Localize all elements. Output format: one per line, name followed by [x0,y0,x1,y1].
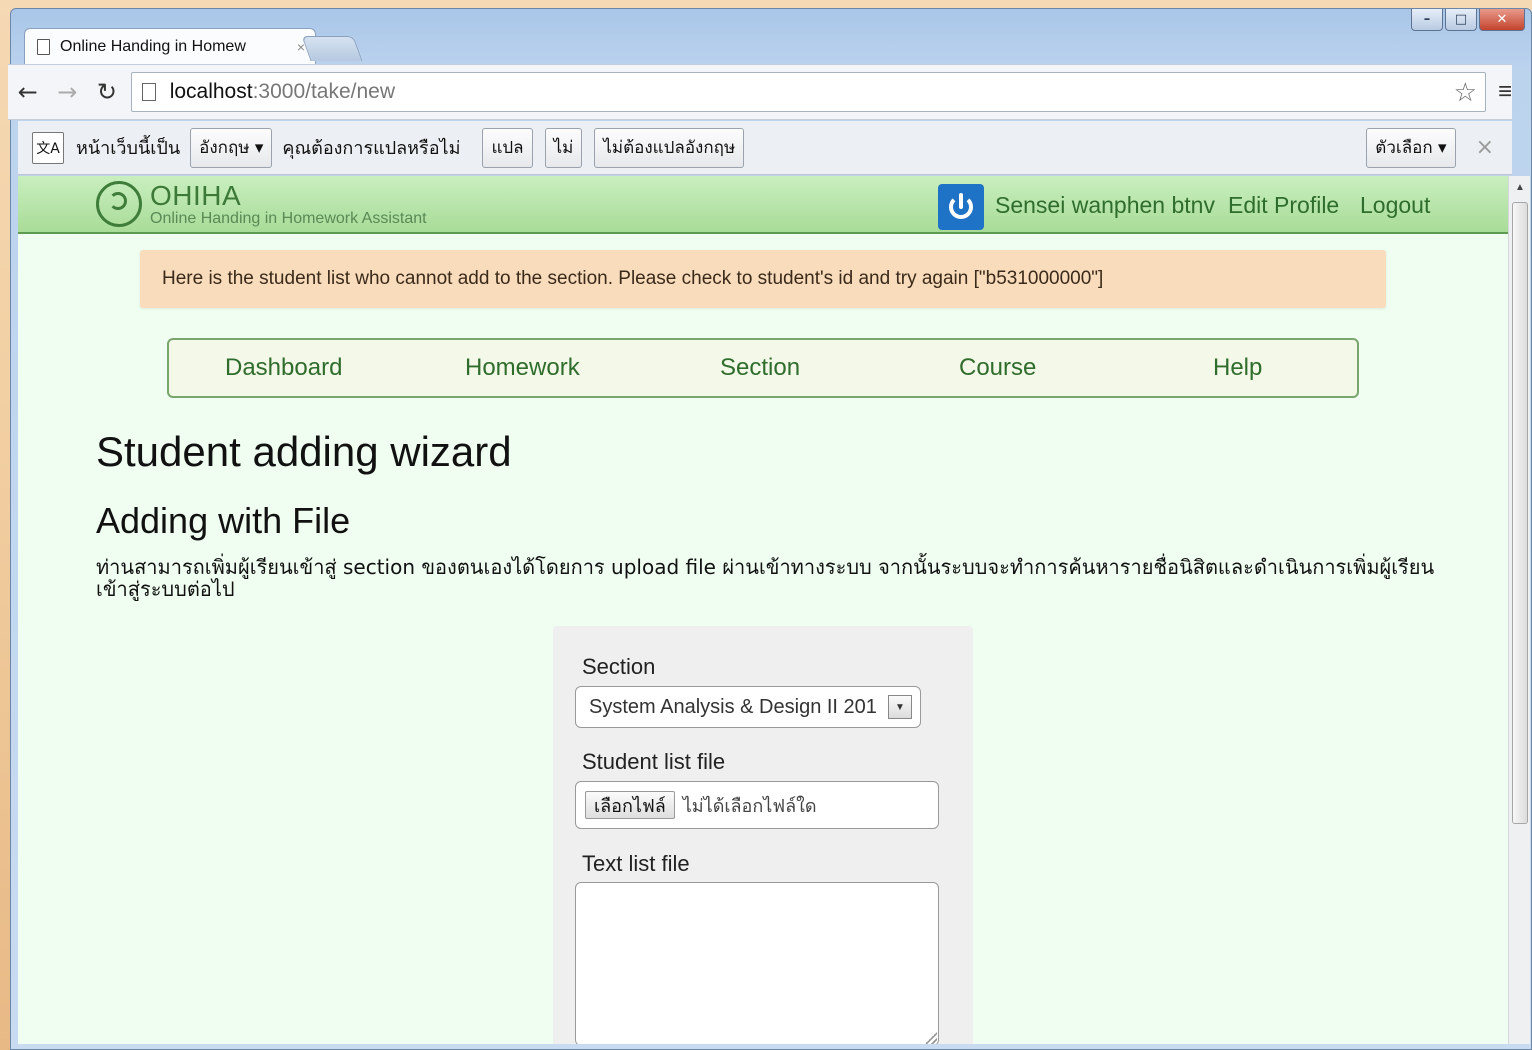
chevron-down-icon[interactable]: ▼ [888,695,912,719]
url-path: :3000/take/new [252,80,396,103]
section-select-value: System Analysis & Design II 201 [589,695,877,718]
nav-dashboard[interactable]: Dashboard [225,354,342,382]
back-icon[interactable]: ← [8,78,48,106]
translate-button[interactable]: แปล [482,127,533,168]
page-viewport: OHIHA Online Handing in Homework Assista… [18,176,1508,1044]
text-list-textarea[interactable] [575,882,939,1044]
language-dropdown[interactable]: อังกฤษ ▾ [190,127,273,168]
vertical-scrollbar[interactable]: ▲ [1508,176,1530,1044]
no-file-text: ไม่ได้เลือกไฟล์ใด [682,795,817,817]
user-name-link[interactable]: Sensei wanphen btnv [995,192,1215,219]
scroll-thumb[interactable] [1512,202,1528,824]
section-label: Section [582,654,656,679]
nav-help[interactable]: Help [1213,354,1262,382]
power-icon[interactable] [938,184,984,230]
resize-handle-icon[interactable] [925,1032,937,1044]
url-host: localhost [169,80,253,103]
text-file-label: Text list file [582,851,690,876]
window-controls: – □ ✕ [1411,9,1525,31]
minimize-button[interactable]: – [1411,9,1443,31]
page-icon [37,38,50,55]
never-translate-button[interactable]: ไม่ต้องแปลอังกฤษ [594,127,745,168]
browser-toolbar: ← → ↻ localhost:3000/take/new ☆ ≡ [8,64,1512,120]
nav-course[interactable]: Course [959,354,1036,382]
bookmark-star-icon[interactable]: ☆ [1454,77,1477,108]
maximize-button[interactable]: □ [1445,9,1477,31]
translate-question: คุณต้องการแปลหรือไม่ [282,138,461,159]
nav-homework[interactable]: Homework [465,354,580,382]
translate-options-button[interactable]: ตัวเลือก ▾ [1366,127,1456,168]
close-window-button[interactable]: ✕ [1479,9,1525,31]
scroll-up-icon[interactable]: ▲ [1515,182,1525,193]
main-nav: Dashboard Homework Section Course Help [167,338,1359,398]
edit-profile-link[interactable]: Edit Profile [1228,192,1339,219]
logo-title[interactable]: OHIHA [150,180,241,212]
browser-tab[interactable]: Online Handing in Homew × [24,28,316,64]
app-header: OHIHA Online Handing in Homework Assista… [18,176,1508,234]
translate-icon: 文A [32,131,64,164]
error-alert: Here is the student list who cannot add … [140,250,1386,308]
translate-page-is-in: หน้าเว็บนี้เป็น [76,138,181,159]
logo-icon[interactable] [96,181,142,227]
description-text: ท่านสามารถเพิ่มผู้เรียนเข้าสู่ section ข… [96,555,1435,601]
reload-icon[interactable]: ↻ [87,78,127,106]
address-bar[interactable]: localhost:3000/take/new ☆ [130,72,1486,112]
section-title: Adding with File [96,500,351,541]
menu-icon[interactable]: ≡ [1498,78,1512,106]
alert-message: Here is the student list who cannot add … [162,268,1104,289]
upload-form: Section System Analysis & Design II 201 … [553,626,973,1044]
close-icon[interactable]: × [1476,135,1494,160]
nav-section[interactable]: Section [720,354,800,382]
logout-link[interactable]: Logout [1360,192,1430,219]
student-file-label: Student list file [582,749,726,774]
translate-bar: 文A หน้าเว็บนี้เป็น อังกฤษ ▾ คุณต้องการแป… [18,121,1512,175]
section-select[interactable]: System Analysis & Design II 201 ▼ [575,686,921,728]
forward-icon[interactable]: → [48,78,88,106]
page-icon [141,83,156,101]
page-title: Student adding wizard [96,428,512,475]
choose-file-button[interactable]: เลือกไฟล์ [585,791,675,819]
tab-title: Online Handing in Homew [60,37,246,55]
student-file-input[interactable]: เลือกไฟล์ ไม่ได้เลือกไฟล์ใด [575,781,939,829]
logo-subtitle: Online Handing in Homework Assistant [150,210,427,227]
new-tab-button[interactable] [301,36,363,61]
no-translate-button[interactable]: ไม่ [544,127,583,168]
